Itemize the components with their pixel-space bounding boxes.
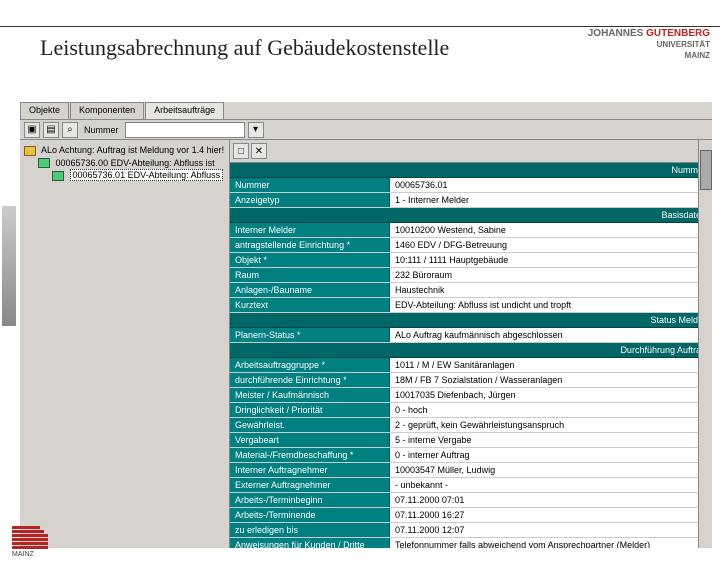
- form-row: Arbeits-/Terminende07.11.2000 16:27: [230, 508, 712, 523]
- row-value[interactable]: 10003547 Müller, Ludwig: [390, 463, 712, 477]
- row-value[interactable]: - unbekannt -: [390, 478, 712, 492]
- form-row: zu erledigen bis07.11.2000 12:07: [230, 523, 712, 538]
- toolbar-btn-3[interactable]: ⌕: [62, 122, 78, 138]
- row-label: durchführende Einrichtung *: [230, 373, 390, 387]
- row-label: Planern-Status *: [230, 328, 390, 342]
- folder-icon: [24, 146, 36, 156]
- row-value[interactable]: 10010200 Westend, Sabine: [390, 223, 712, 237]
- form-row: Material-/Fremdbeschaffung *0 - interner…: [230, 448, 712, 463]
- row-label: Anlagen-/Bauname: [230, 283, 390, 297]
- row-label: Nummer: [230, 178, 390, 192]
- section-header: Nummer: [230, 163, 712, 178]
- brand-logo-top: JOHANNES GUTENBERG UNIVERSITÄT MAINZ: [588, 28, 710, 61]
- toolbar-nummer-label: Nummer: [84, 125, 119, 135]
- row-label: Interner Auftragnehmer: [230, 463, 390, 477]
- tab-objekte[interactable]: Objekte: [20, 102, 69, 119]
- row-value[interactable]: 10:111 / 1111 Hauptgebäude: [390, 253, 712, 267]
- tree-node-root[interactable]: ALo Achtung: Auftrag ist Meldung vor 1.4…: [24, 144, 225, 157]
- form-row: Anlagen-/BaunameHaustechnik: [230, 283, 712, 298]
- row-value[interactable]: 0 - hoch: [390, 403, 712, 417]
- toolbar: ▣ ▤ ⌕ Nummer ▾: [20, 120, 712, 140]
- form-row: Interner Melder10010200 Westend, Sabine: [230, 223, 712, 238]
- form-row: Raum232 Büroraum: [230, 268, 712, 283]
- row-value[interactable]: 1011 / M / EW Sanitäranlagen: [390, 358, 712, 372]
- scrollbar-thumb[interactable]: [700, 150, 712, 190]
- row-label: Arbeits-/Terminbeginn: [230, 493, 390, 507]
- detail-btn-1[interactable]: □: [233, 143, 249, 159]
- row-label: Gewährleist.: [230, 418, 390, 432]
- tab-arbeitsauftraege[interactable]: Arbeitsaufträge: [145, 102, 224, 119]
- form-row: Anzeigetyp1 - Interner Melder: [230, 193, 712, 208]
- row-value[interactable]: 1460 EDV / DFG-Betreuung: [390, 238, 712, 252]
- tree-node-child-1[interactable]: 00065736.00 EDV-Abteilung: Abfluss ist: [38, 157, 225, 170]
- row-value[interactable]: 5 - interne Vergabe: [390, 433, 712, 447]
- row-label: Meister / Kaufmännisch: [230, 388, 390, 402]
- row-label: Material-/Fremdbeschaffung *: [230, 448, 390, 462]
- row-value[interactable]: 07.11.2000 16:27: [390, 508, 712, 522]
- form-row: Vergabeart5 - interne Vergabe: [230, 433, 712, 448]
- row-label: Arbeitsauftraggruppe *: [230, 358, 390, 372]
- row-label: Anzeigetyp: [230, 193, 390, 207]
- row-label: Dringlichkeit / Priorität: [230, 403, 390, 417]
- content-area: ALo Achtung: Auftrag ist Meldung vor 1.4…: [20, 140, 712, 548]
- section-header: Basisdaten: [230, 208, 712, 223]
- form-row: KurztextEDV-Abteilung: Abfluss ist undic…: [230, 298, 712, 313]
- form-row: Externer Auftragnehmer- unbekannt -: [230, 478, 712, 493]
- form-row: Arbeitsauftraggruppe *1011 / M / EW Sani…: [230, 358, 712, 373]
- form-row: Nummer00065736.01: [230, 178, 712, 193]
- row-value[interactable]: 0 - interner Auftrag: [390, 448, 712, 462]
- tree-panel: ALo Achtung: Auftrag ist Meldung vor 1.4…: [20, 140, 230, 548]
- row-value[interactable]: Haustechnik: [390, 283, 712, 297]
- app-window: Objekte Komponenten Arbeitsaufträge ▣ ▤ …: [20, 102, 712, 548]
- form-row: Planern-Status *ALo Auftrag kaufmännisch…: [230, 328, 712, 343]
- row-label: antragstellende Einrichtung *: [230, 238, 390, 252]
- form-row: Gewährleist.2 - geprüft, kein Gewährleis…: [230, 418, 712, 433]
- row-value[interactable]: 07.11.2000 12:07: [390, 523, 712, 537]
- row-label: Externer Auftragnehmer: [230, 478, 390, 492]
- tab-bar: Objekte Komponenten Arbeitsaufträge: [20, 102, 712, 120]
- toolbar-nummer-input[interactable]: [125, 122, 245, 138]
- form-row: Objekt *10:111 / 1111 Hauptgebäude: [230, 253, 712, 268]
- scrollbar-vertical[interactable]: [698, 140, 712, 548]
- toolbar-btn-2[interactable]: ▤: [43, 122, 59, 138]
- row-label: Vergabeart: [230, 433, 390, 447]
- row-value[interactable]: EDV-Abteilung: Abfluss ist undicht und t…: [390, 298, 712, 312]
- tab-komponenten[interactable]: Komponenten: [70, 102, 144, 119]
- detail-toolbar: □ ✕: [230, 140, 712, 163]
- decorative-sidebar: [2, 206, 16, 326]
- row-label: Objekt *: [230, 253, 390, 267]
- toolbar-dropdown-icon[interactable]: ▾: [248, 122, 264, 138]
- form-row: Arbeits-/Terminbeginn07.11.2000 07:01: [230, 493, 712, 508]
- tree-node-child-2[interactable]: 00065736.01 EDV-Abteilung: Abfluss: [52, 169, 225, 182]
- section-header: Durchführung Auftrag: [230, 343, 712, 358]
- row-label: zu erledigen bis: [230, 523, 390, 537]
- form-row: Dringlichkeit / Priorität0 - hoch: [230, 403, 712, 418]
- row-label: Arbeits-/Terminende: [230, 508, 390, 522]
- row-value[interactable]: ALo Auftrag kaufmännisch abgeschlossen: [390, 328, 712, 342]
- form-row: antragstellende Einrichtung *1460 EDV / …: [230, 238, 712, 253]
- row-value[interactable]: 2 - geprüft, kein Gewährleistungsanspruc…: [390, 418, 712, 432]
- row-value[interactable]: 07.11.2000 07:01: [390, 493, 712, 507]
- form-row: Meister / Kaufmännisch10017035 Diefenbac…: [230, 388, 712, 403]
- row-value[interactable]: 1 - Interner Melder: [390, 193, 712, 207]
- form-row: Interner Auftragnehmer10003547 Müller, L…: [230, 463, 712, 478]
- folder-icon: [52, 171, 64, 181]
- row-label: Raum: [230, 268, 390, 282]
- row-label: Kurztext: [230, 298, 390, 312]
- row-value[interactable]: 18M / FB 7 Sozialstation / Wasseranlagen: [390, 373, 712, 387]
- row-value[interactable]: 10017035 Diefenbach, Jürgen: [390, 388, 712, 402]
- row-value[interactable]: 232 Büroraum: [390, 268, 712, 282]
- row-value[interactable]: 00065736.01: [390, 178, 712, 192]
- form-row: durchführende Einrichtung *18M / FB 7 So…: [230, 373, 712, 388]
- detail-panel: □ ✕ NummerNummer00065736.01Anzeigetyp1 -…: [230, 140, 712, 548]
- toolbar-btn-1[interactable]: ▣: [24, 122, 40, 138]
- brand-logo-bottom: MAINZ: [12, 526, 52, 562]
- section-header: Status Melder: [230, 313, 712, 328]
- detail-btn-2[interactable]: ✕: [251, 143, 267, 159]
- folder-icon: [38, 158, 50, 168]
- row-label: Interner Melder: [230, 223, 390, 237]
